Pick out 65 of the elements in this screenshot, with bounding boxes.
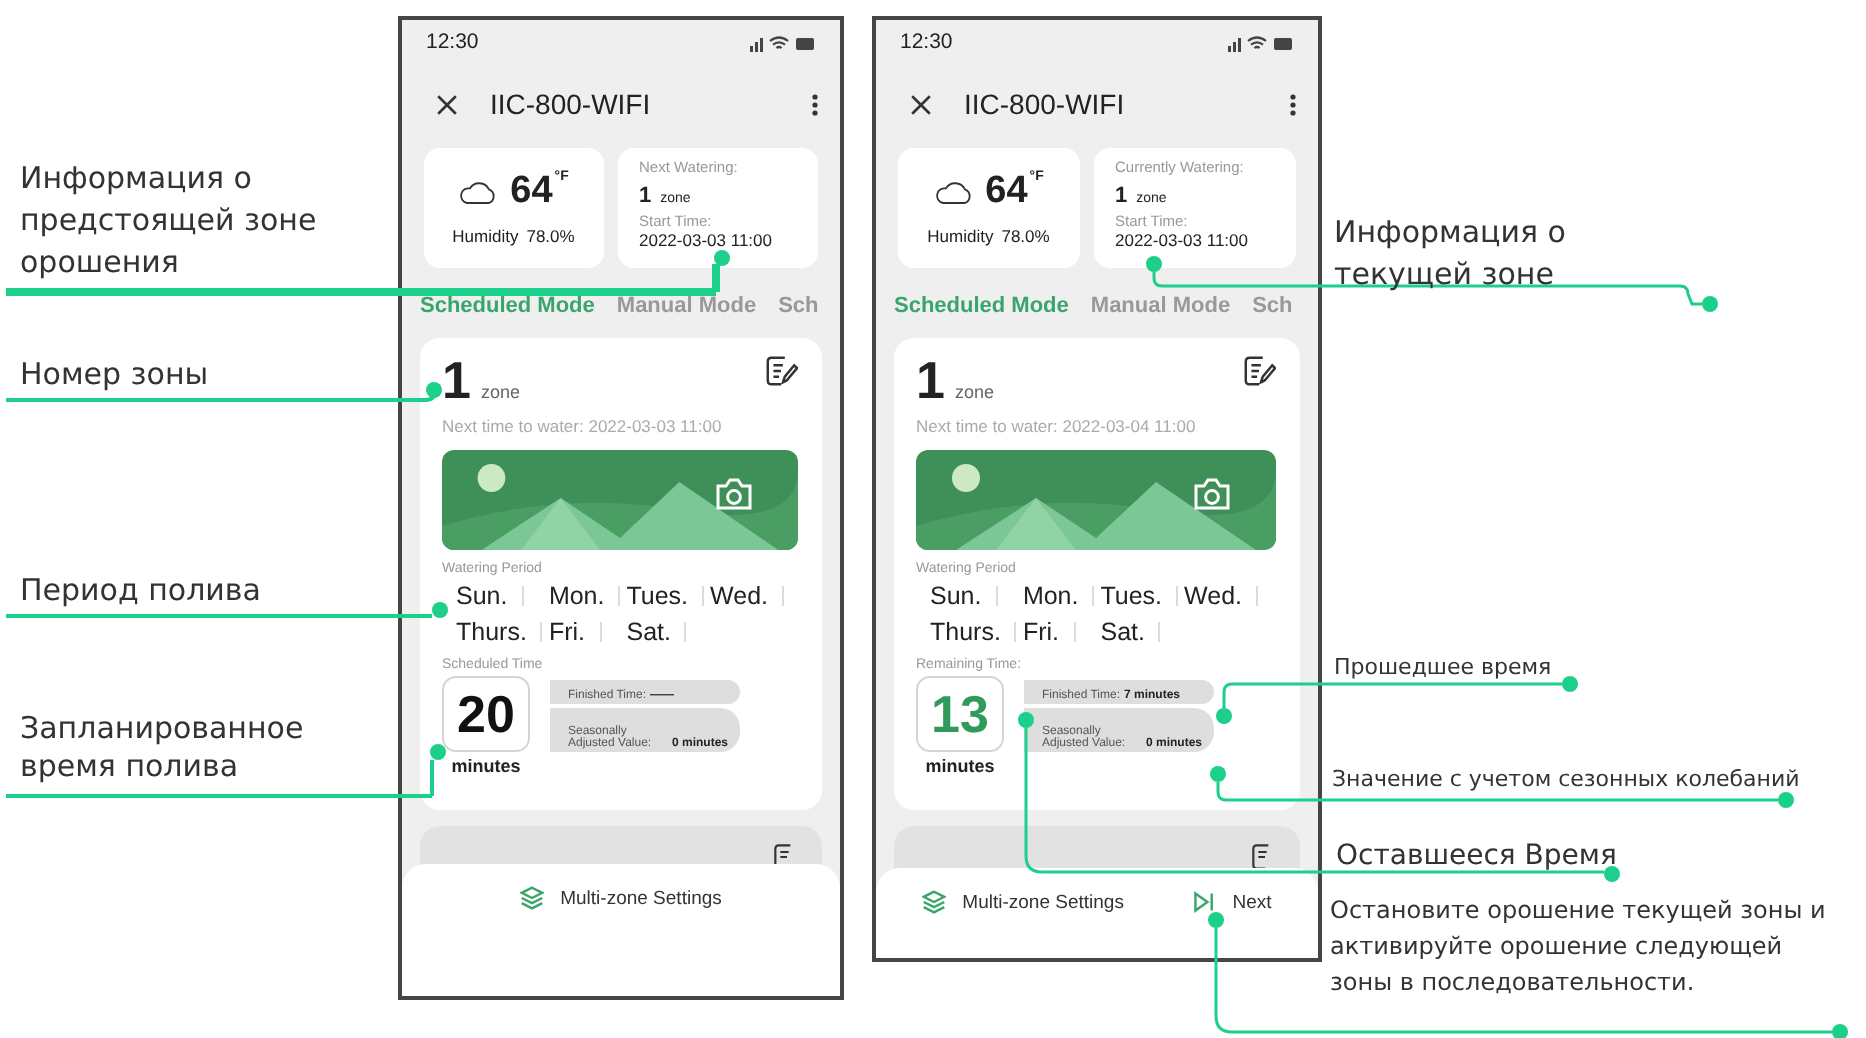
layers-icon — [520, 886, 545, 910]
time-unit: minutes — [451, 756, 521, 776]
cloud-icon — [933, 180, 974, 206]
annotation-text: Номер зоны — [20, 356, 209, 392]
temperature: 64 — [985, 170, 1028, 214]
cloud-icon — [458, 180, 499, 206]
weekday[interactable]: Wed. — [1178, 582, 1256, 610]
next-water-time: Next time to water: 2022-03-04 11:00 — [916, 416, 1198, 436]
zone-unit: zone — [954, 382, 996, 402]
time-value: 13 — [916, 676, 1004, 752]
annotation-text: Период полива — [20, 572, 261, 608]
humidity-label: Humidity — [452, 226, 519, 246]
weekday[interactable]: Sun. — [924, 582, 996, 610]
weekday[interactable]: Sun. — [450, 582, 522, 610]
weekday[interactable]: Mon. — [542, 582, 619, 610]
humidity-value: 78.0% — [1001, 226, 1050, 246]
layers-icon — [922, 890, 947, 914]
status-time: 12:30 — [900, 30, 953, 54]
edit-icon[interactable] — [1242, 354, 1276, 388]
multi-zone-settings-button[interactable]: Multi-zone Settings — [918, 886, 1128, 918]
annotation-text: Запланированное время полива — [20, 710, 306, 786]
humidity-label: Humidity — [927, 226, 994, 246]
weekday[interactable]: Sat. — [1094, 618, 1159, 646]
weekday[interactable]: Tues. — [620, 582, 703, 610]
camera-icon[interactable] — [714, 476, 754, 512]
status-icons — [748, 33, 816, 51]
humidity-value: 78.0% — [526, 226, 575, 246]
temperature: 64 — [510, 170, 553, 214]
status-icons — [1226, 33, 1294, 51]
status-time: 12:30 — [426, 30, 479, 54]
zone-number: 1 — [442, 354, 471, 406]
time-value: 20 — [442, 676, 530, 752]
close-icon[interactable] — [910, 93, 932, 115]
close-icon[interactable] — [436, 93, 458, 115]
time-unit: minutes — [925, 756, 995, 776]
annotation-text: Оставшееся Время — [1336, 840, 1617, 872]
annotation-text: Остановите орошение текущей зоны и активируйте орошение следующей зоны в последовательности. — [1330, 894, 1828, 1000]
more-icon[interactable] — [812, 93, 818, 115]
weekday[interactable]: Sat. — [620, 618, 685, 646]
weekday[interactable]: Fri. — [1016, 618, 1073, 646]
weekday[interactable]: Thurs. — [924, 618, 1015, 646]
skip-next-icon — [1192, 890, 1217, 914]
annotation-text: Значение с учетом сезонных колебаний — [1332, 766, 1800, 792]
next-button[interactable]: Next — [1188, 886, 1276, 918]
annotation-text: Информация о текущей зоне — [1334, 212, 1568, 296]
more-icon[interactable] — [1290, 93, 1296, 115]
weekday[interactable]: Mon. — [1016, 582, 1093, 610]
weekday[interactable]: Fri. — [542, 618, 599, 646]
start-time: 2022-03-03 11:00 — [1115, 230, 1250, 250]
zone-number: 1 — [916, 354, 945, 406]
device-title: IIC-800-WIFI — [490, 88, 653, 120]
weekday[interactable]: Tues. — [1094, 582, 1177, 610]
weekday[interactable]: Wed. — [704, 582, 782, 610]
annotation-text: Прошедшее время — [1334, 654, 1552, 680]
camera-icon[interactable] — [1192, 476, 1232, 512]
zone-unit: zone — [480, 382, 522, 402]
multi-zone-settings-button[interactable]: Multi-zone Settings — [516, 882, 726, 914]
edit-icon[interactable] — [764, 354, 798, 388]
start-time: 2022-03-03 11:00 — [639, 230, 774, 250]
next-water-time: Next time to water: 2022-03-03 11:00 — [442, 416, 724, 436]
weekday[interactable]: Thurs. — [450, 618, 541, 646]
annotation-text: Информация о предстоящей зоне орошения — [20, 158, 319, 284]
zone-number: 1 — [639, 184, 652, 208]
device-title: IIC-800-WIFI — [964, 88, 1127, 120]
zone-number: 1 — [1115, 184, 1128, 208]
